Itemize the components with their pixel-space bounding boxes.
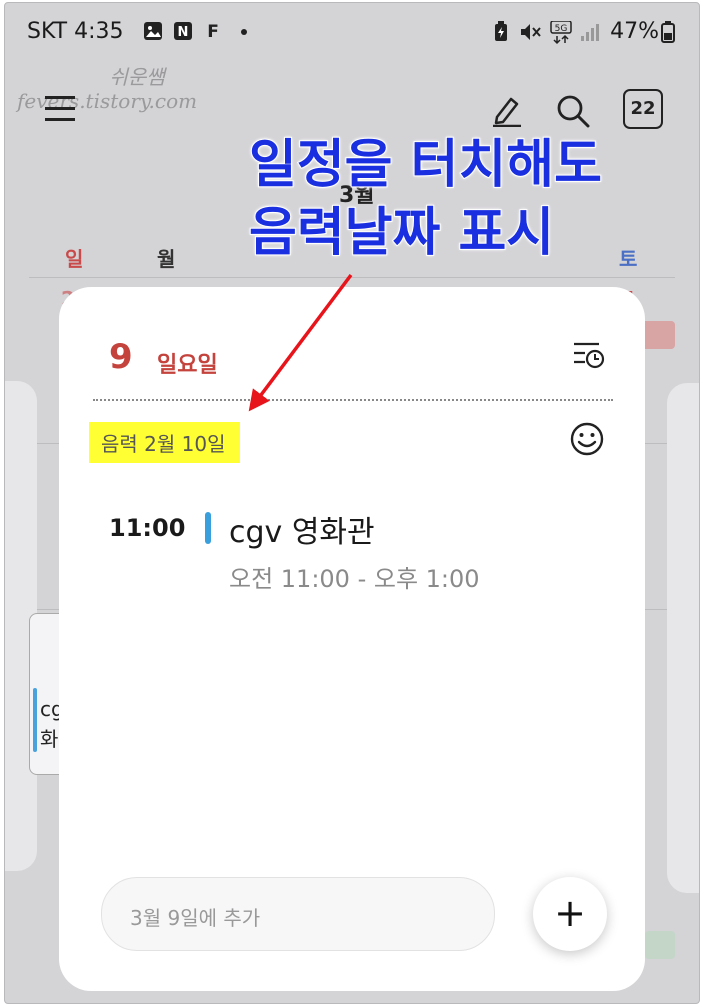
annotation-text: 일정을 터치해도 음력날짜 표시 — [248, 131, 603, 267]
annotation-line1: 일정을 터치해도 — [248, 134, 603, 196]
phone-screen: SKT 4:35 N F 5G 47% 쉬운쌤 fevers.tistory.c… — [4, 2, 700, 1004]
annotation-line2: 음력날짜 표시 — [248, 202, 555, 264]
